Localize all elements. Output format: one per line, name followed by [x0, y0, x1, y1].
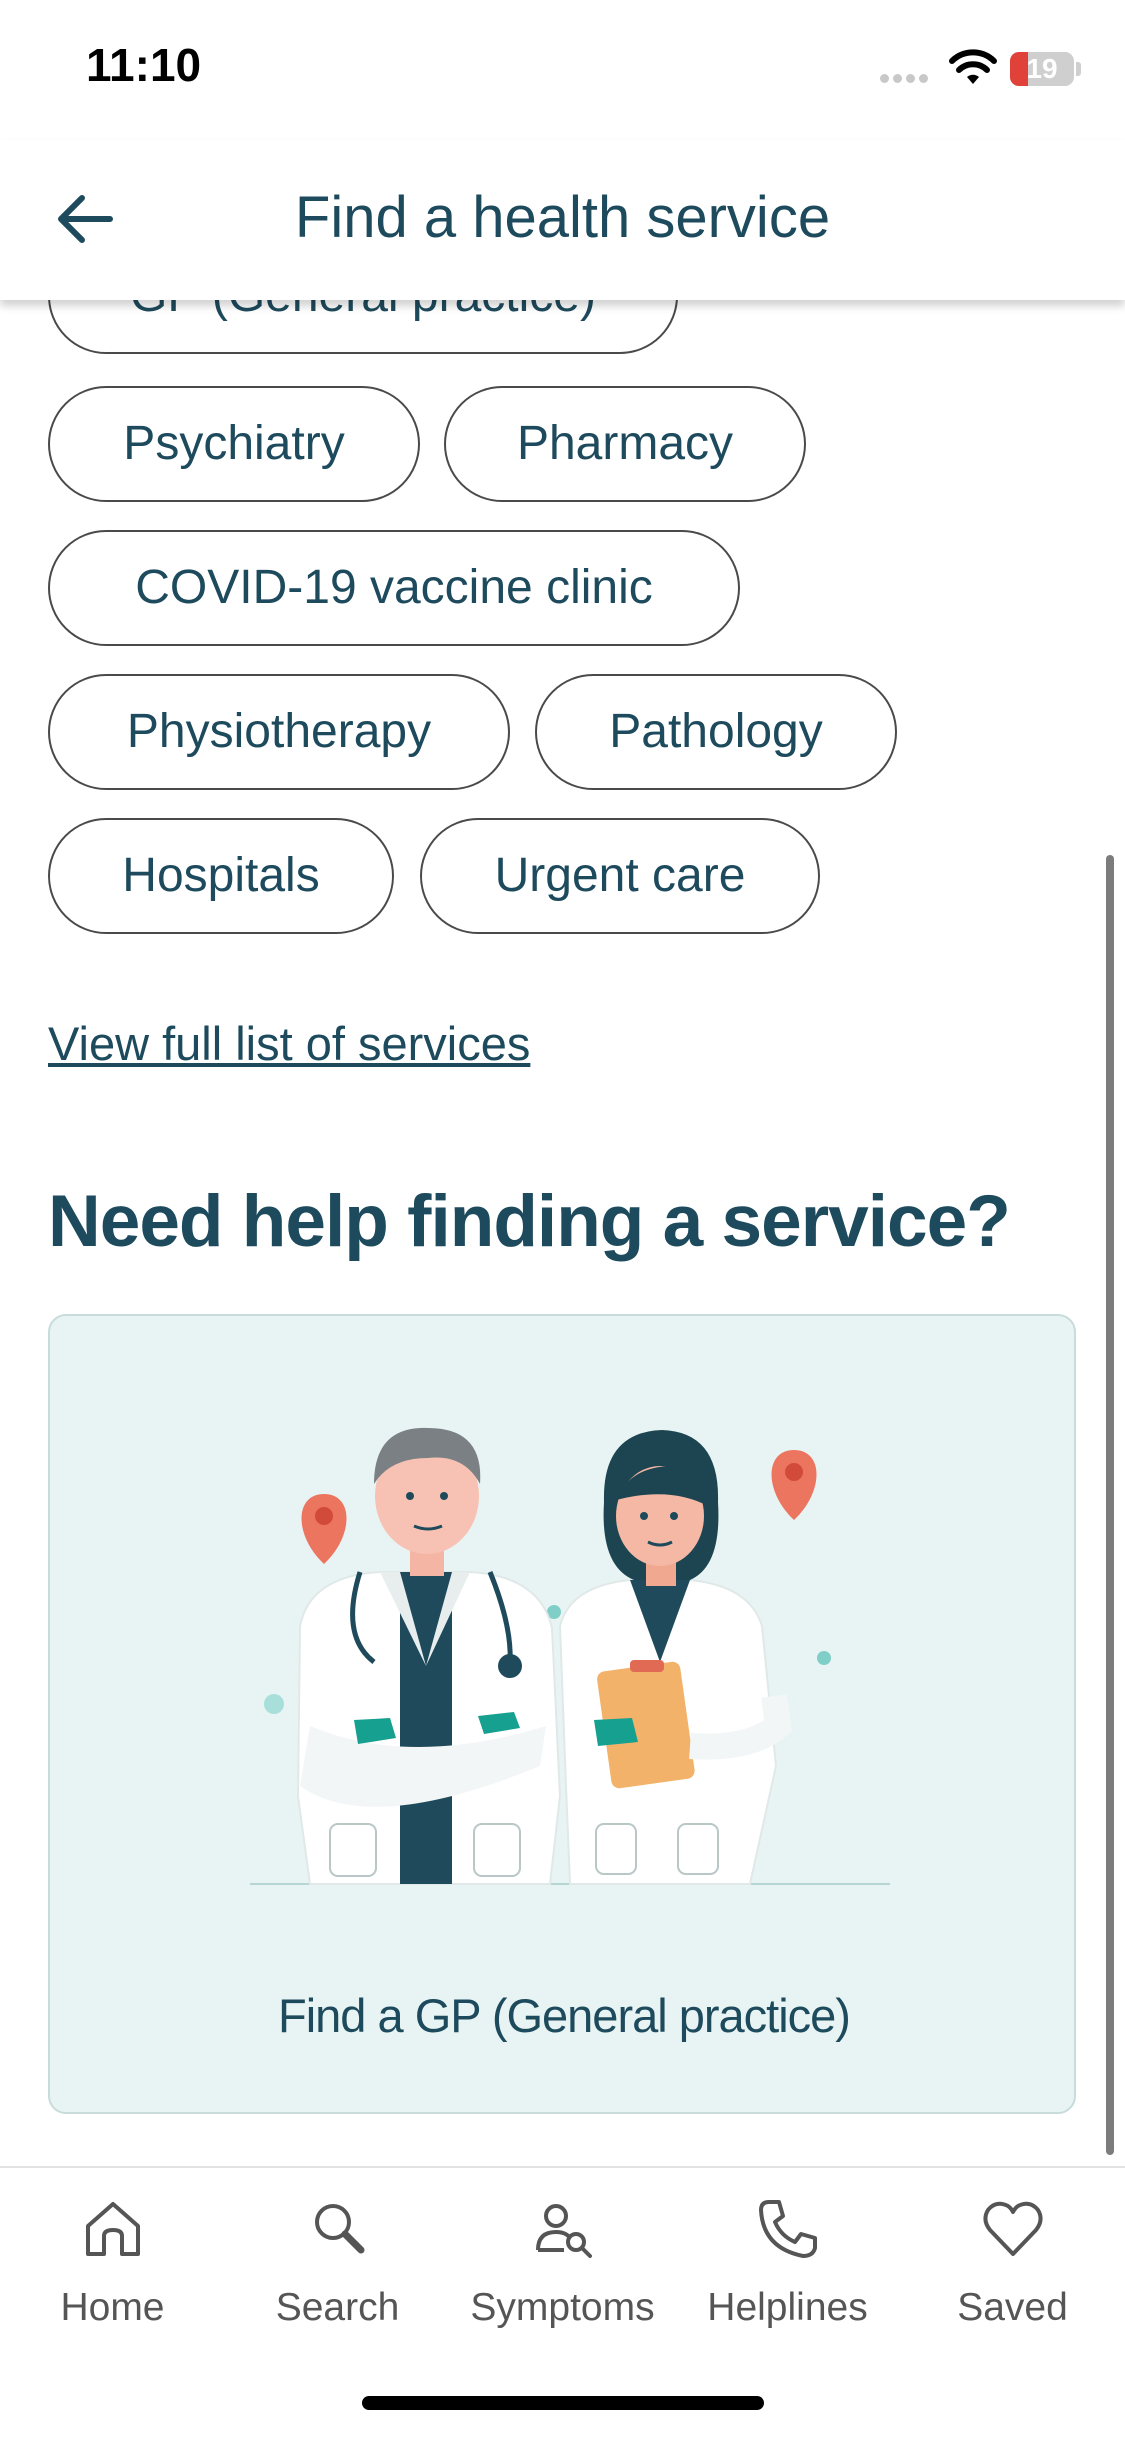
search-icon [315, 2204, 365, 2254]
male-doctor [296, 1427, 562, 1885]
status-bar: 11:10 19 [0, 0, 1125, 140]
tab-helplines-label: Helplines [707, 2286, 868, 2329]
find-gp-label: Find a GP (General practice) [278, 1989, 851, 2042]
tab-search[interactable]: Search [225, 2196, 450, 2346]
battery-icon: 19 [1010, 52, 1074, 86]
chip-pharmacy[interactable]: Pharmacy [444, 386, 806, 502]
app-header: Find a health service [0, 140, 1125, 300]
phone-icon [759, 2200, 817, 2258]
home-indicator[interactable] [362, 2396, 764, 2410]
wifi-icon [949, 49, 997, 84]
chip-psychiatry[interactable]: Psychiatry [48, 386, 420, 502]
tab-symptoms[interactable]: Symptoms [450, 2196, 675, 2346]
scrollbar[interactable] [1106, 855, 1114, 2155]
chip-pathology[interactable]: Pathology [535, 674, 897, 790]
symptoms-icon [536, 2204, 592, 2258]
chip-urgent-care[interactable]: Urgent care [420, 818, 820, 934]
map-pin-icon [771, 1450, 817, 1520]
doctors-illustration [250, 1427, 890, 1885]
chip-hospitals[interactable]: Hospitals [48, 818, 394, 934]
female-doctor [558, 1430, 792, 1885]
tab-symptoms-label: Symptoms [470, 2286, 655, 2329]
find-gp-card[interactable]: Find a GP (General practice) [48, 1314, 1076, 2114]
help-heading: Need help finding a service? [48, 1181, 1011, 1262]
battery-level: 19 [1026, 53, 1058, 84]
cellular-signal-icon [880, 70, 936, 83]
tab-saved-label: Saved [957, 2286, 1068, 2329]
tab-home[interactable]: Home [0, 2196, 225, 2346]
chip-gp[interactable]: GP (General practice) [48, 300, 678, 354]
tab-saved[interactable]: Saved [900, 2196, 1125, 2346]
status-time: 11:10 [86, 39, 202, 91]
tab-helplines[interactable]: Helplines [675, 2196, 900, 2346]
chip-covid-vaccine-clinic[interactable]: COVID-19 vaccine clinic [48, 530, 740, 646]
page-title: Find a health service [294, 185, 831, 250]
chip-physiotherapy[interactable]: Physiotherapy [48, 674, 510, 790]
main-content[interactable]: GP (General practice) Psychiatry Pharmac… [0, 300, 1125, 2166]
home-icon [86, 2202, 140, 2256]
tab-search-label: Search [275, 2286, 400, 2329]
heart-icon [983, 2201, 1043, 2256]
tab-home-label: Home [60, 2286, 165, 2329]
map-pin-icon [301, 1494, 347, 1564]
view-full-list-link[interactable]: View full list of services [48, 1016, 530, 1071]
